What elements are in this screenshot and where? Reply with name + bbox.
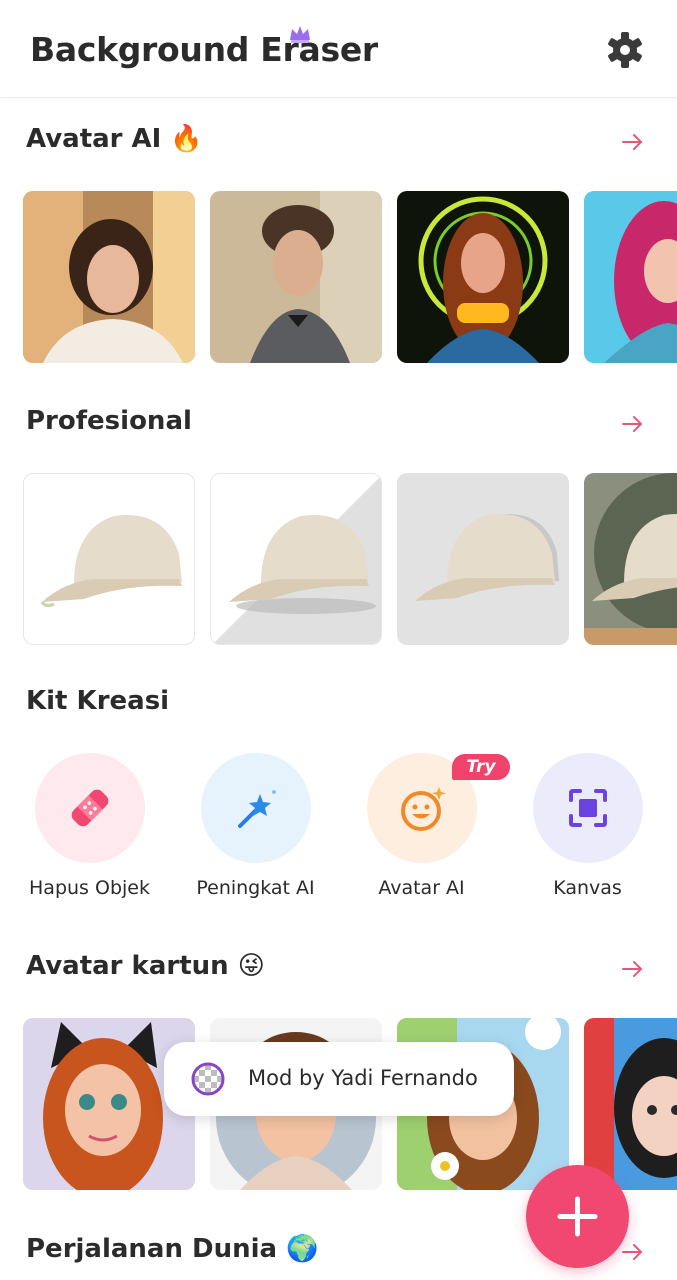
avatar-ai-card-neon[interactable]	[397, 191, 569, 363]
toast-notification: Mod by Yadi Fernando	[164, 1042, 514, 1116]
avatar-ai-card-man[interactable]	[210, 191, 382, 363]
winking-emoji: 😜	[237, 951, 265, 981]
section-title-avatar-ai: Avatar AI 🔥	[26, 124, 203, 154]
profesional-card-gray[interactable]	[397, 473, 569, 645]
profesional-row	[23, 473, 677, 646]
avatar-ai-card-woman[interactable]	[23, 191, 195, 363]
tool-icon-circle	[34, 753, 145, 863]
arrow-right-icon[interactable]	[621, 1242, 645, 1262]
magic-wand-icon	[237, 790, 276, 828]
arrow-right-icon[interactable]	[621, 959, 645, 979]
fire-emoji: 🔥	[170, 124, 203, 154]
tool-kanvas[interactable]: Kanvas	[505, 753, 670, 899]
tool-hapus-objek[interactable]: Hapus Objek	[7, 753, 172, 899]
section-title-avatar-kartun: Avatar kartun 😜	[26, 951, 265, 981]
profesional-card-diagonal[interactable]	[210, 473, 382, 645]
toast-text: Mod by Yadi Fernando	[248, 1066, 478, 1090]
section-title-perjalanan-dunia: Perjalanan Dunia 🌍	[26, 1234, 319, 1264]
gear-icon[interactable]	[605, 30, 645, 70]
section-title-profesional: Profesional	[26, 406, 192, 436]
tool-peningkat-ai[interactable]: Peningkat AI	[173, 753, 338, 899]
app-title: Background Eraser	[30, 30, 378, 69]
smiley-icon	[400, 787, 446, 831]
arrow-right-icon[interactable]	[621, 414, 645, 434]
try-badge: Try	[452, 754, 510, 780]
profesional-card-green[interactable]	[584, 473, 677, 645]
avatar-ai-row	[23, 191, 677, 364]
tool-label: Kanvas	[553, 877, 622, 899]
section-title-kit-kreasi: Kit Kreasi	[26, 686, 170, 716]
tool-icon-circle	[532, 753, 643, 863]
arrow-right-icon[interactable]	[621, 132, 645, 152]
tool-icon-circle	[200, 753, 311, 863]
avatar-ai-card-pink-hair[interactable]	[584, 191, 677, 363]
kartun-card-cat-face[interactable]	[584, 1018, 677, 1190]
profesional-card-white[interactable]	[23, 473, 195, 645]
tool-label: Avatar AI	[378, 877, 465, 899]
transparency-checker-icon	[191, 1062, 225, 1096]
plus-icon	[557, 1196, 598, 1237]
add-button[interactable]	[526, 1165, 629, 1268]
crown-icon	[290, 26, 310, 43]
top-app-bar: Background Eraser	[0, 0, 677, 98]
canvas-frame-icon	[568, 789, 607, 827]
globe-emoji: 🌍	[286, 1234, 319, 1264]
tool-label: Peningkat AI	[196, 877, 315, 899]
tool-label: Hapus Objek	[29, 877, 150, 899]
bandage-eraser-icon	[71, 789, 108, 827]
